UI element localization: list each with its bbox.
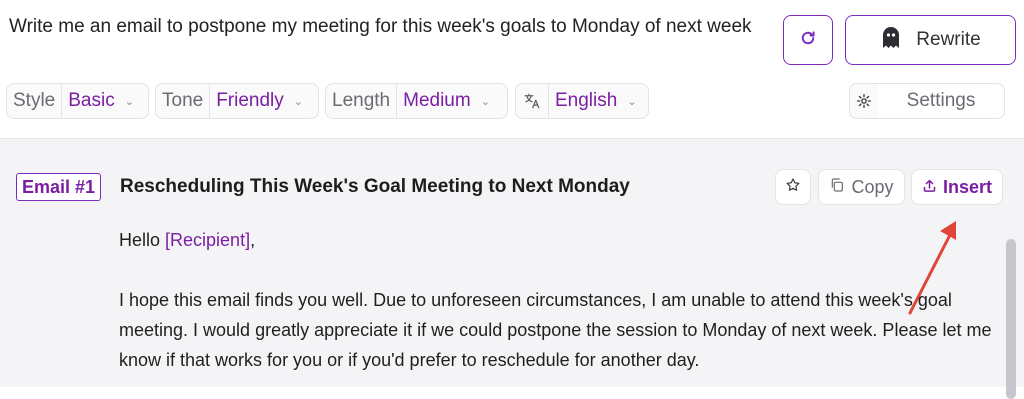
email-subject: Rescheduling This Week's Goal Meeting to…	[120, 176, 630, 197]
email-greeting: Hello [Recipient],	[119, 225, 999, 255]
prompt-text[interactable]: Write me an email to postpone my meeting…	[9, 11, 769, 42]
insert-button[interactable]: Insert	[911, 169, 1003, 205]
copy-icon	[829, 177, 845, 198]
star-icon	[785, 177, 801, 198]
style-value: Basic	[68, 90, 115, 111]
rewrite-label: Rewrite	[916, 29, 981, 50]
chevron-down-icon: ⌄	[480, 95, 490, 108]
rewrite-button[interactable]: Rewrite	[845, 15, 1016, 65]
style-label: Style	[7, 84, 63, 118]
email-tag: Email #1	[16, 173, 102, 201]
gear-icon[interactable]	[849, 83, 879, 119]
greeting-text: Hello	[119, 230, 166, 250]
tone-label: Tone	[156, 84, 211, 118]
scrollbar[interactable]	[1006, 239, 1016, 399]
email-body: Hello [Recipient], I hope this email fin…	[119, 225, 999, 375]
settings-button[interactable]: Settings	[878, 83, 1005, 119]
result-panel: Email #1 Rescheduling This Week's Goal M…	[0, 138, 1024, 399]
composer: Write me an email to postpone my meeting…	[0, 0, 1024, 138]
chevron-down-icon: ⌄	[293, 95, 303, 108]
length-select[interactable]: Length Medium ⌄	[325, 83, 508, 119]
translate-icon	[516, 84, 549, 118]
refresh-button[interactable]	[783, 15, 833, 65]
language-value: English	[555, 90, 618, 111]
length-label: Length	[326, 84, 398, 118]
insert-label: Insert	[942, 176, 993, 197]
style-select[interactable]: Style Basic ⌄	[6, 83, 149, 119]
ghost-icon	[880, 24, 902, 56]
tone-select[interactable]: Tone Friendly ⌄	[155, 83, 319, 119]
tone-value: Friendly	[216, 90, 284, 111]
language-select[interactable]: English ⌄	[515, 83, 649, 119]
email-paragraph: I hope this email finds you well. Due to…	[119, 290, 992, 370]
copy-label: Copy	[851, 176, 894, 197]
chevron-down-icon: ⌄	[627, 95, 637, 108]
chevron-down-icon: ⌄	[124, 95, 134, 108]
upload-icon	[922, 177, 937, 198]
refresh-icon	[799, 29, 817, 52]
recipient-placeholder: [Recipient]	[165, 230, 251, 250]
length-value: Medium	[403, 90, 471, 111]
greeting-punct: ,	[250, 230, 256, 250]
favorite-button[interactable]	[775, 169, 811, 205]
copy-button[interactable]: Copy	[818, 169, 905, 205]
